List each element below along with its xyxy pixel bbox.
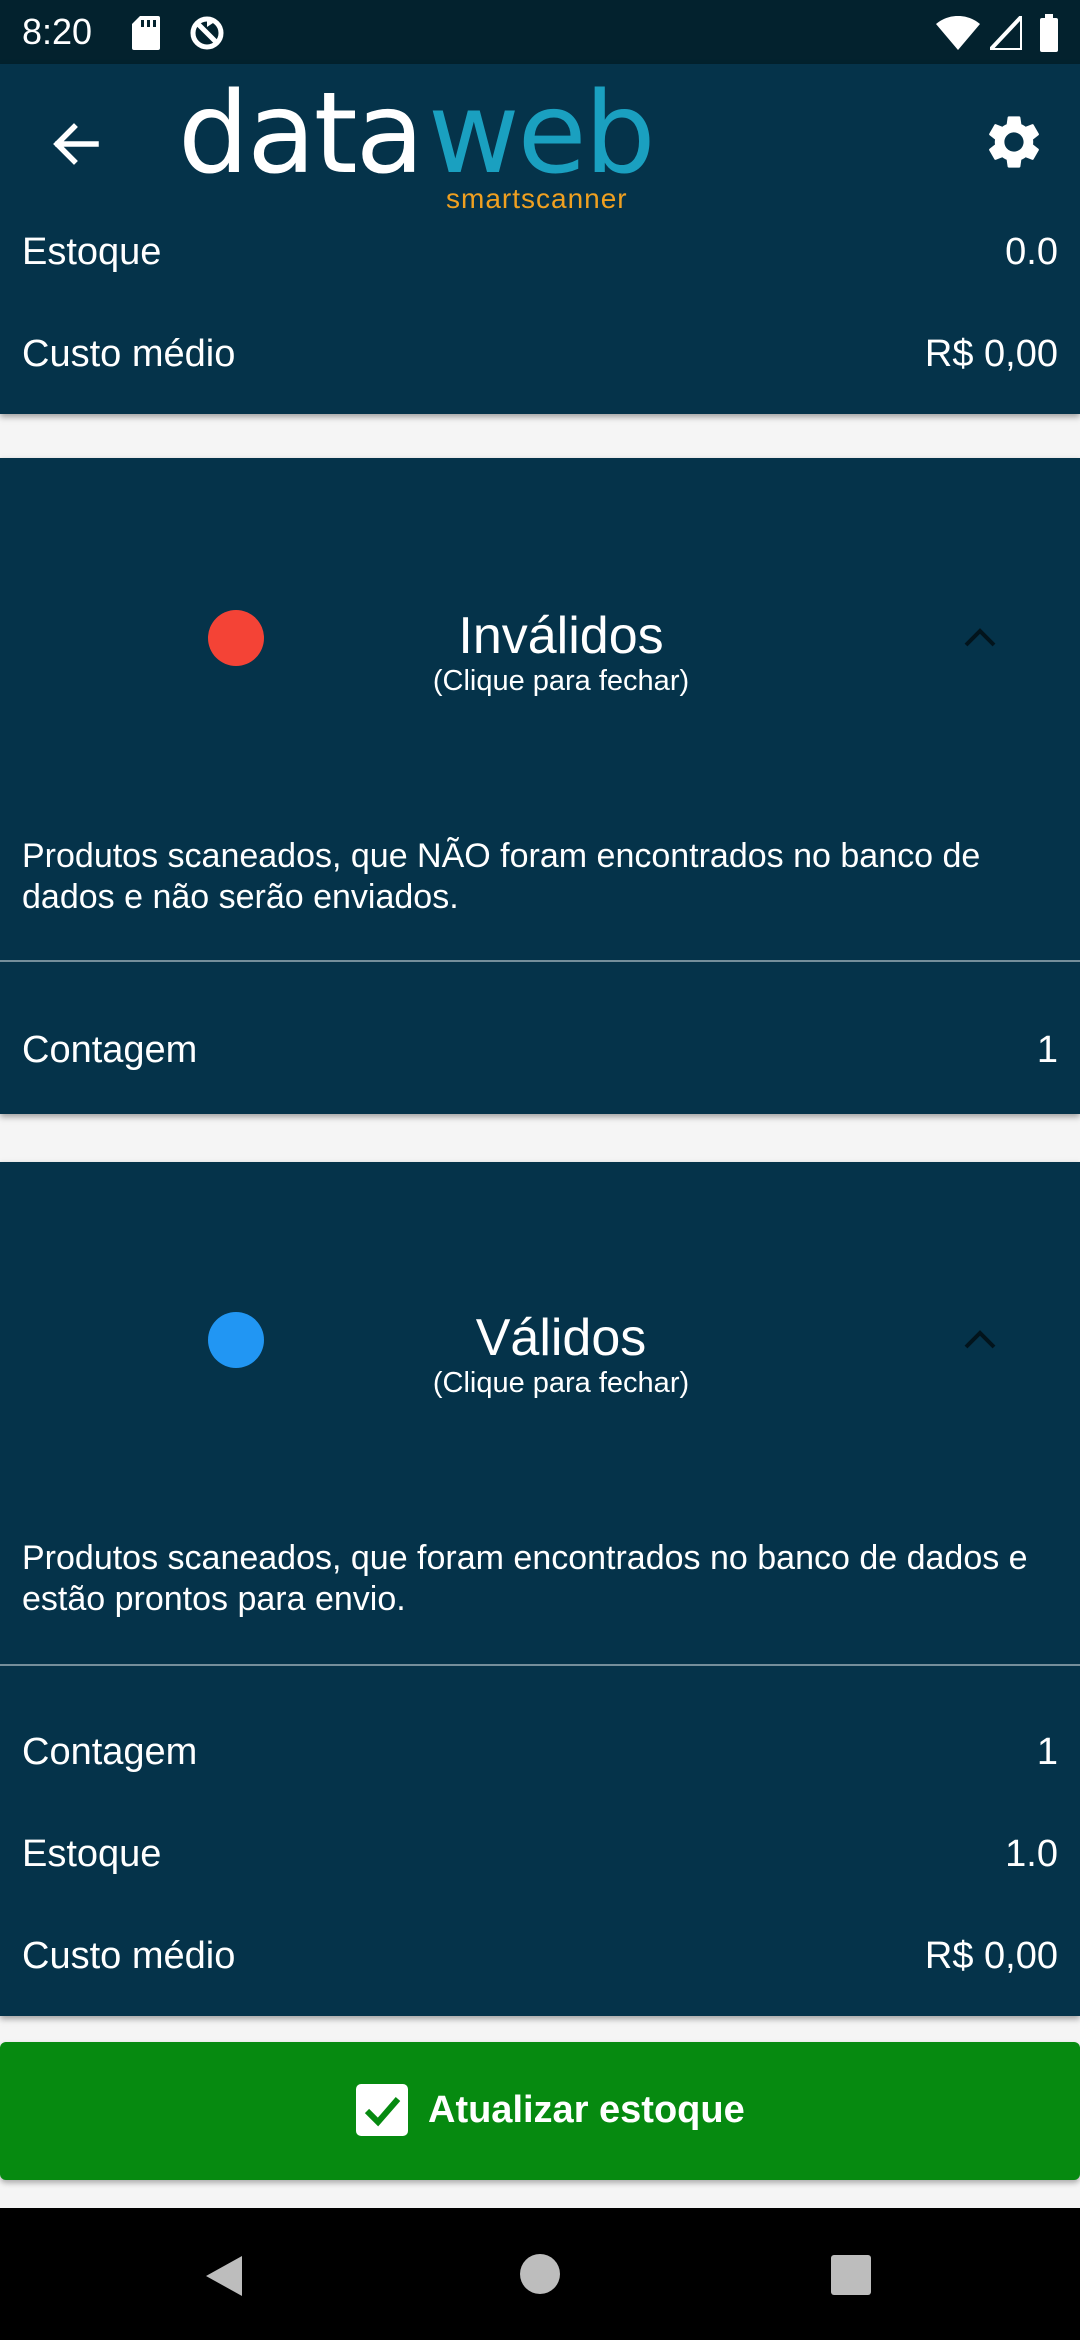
sd-card-icon: [132, 16, 160, 50]
row-value: R$ 0,00: [924, 1935, 1058, 1977]
row-label: Estoque: [22, 231, 162, 273]
card-description: Produtos scaneados, que foram encontrado…: [22, 1539, 1028, 1618]
row-value: 1: [1036, 1029, 1058, 1071]
gear-icon[interactable]: [982, 110, 1046, 174]
card-title: Válidos: [475, 1309, 647, 1367]
button-label: Atualizar estoque: [428, 2089, 745, 2131]
status-bar: 8:20: [0, 0, 1080, 64]
header-row-custo-medio: Custo médio R$ 0,00: [22, 324, 1058, 384]
row-value: 0.0: [1005, 231, 1058, 273]
arrow-left-icon[interactable]: [46, 114, 106, 174]
row-label: Custo médio: [22, 333, 236, 375]
card-subtitle: (Clique para fechar): [432, 665, 690, 697]
card-subtitle: (Clique para fechar): [432, 1367, 690, 1399]
nav-home-icon[interactable]: [518, 2252, 562, 2296]
logo-subtitle: smartscanner: [446, 183, 628, 214]
checkbox-checked-icon: [356, 2084, 408, 2136]
row-label: Custo médio: [22, 1935, 236, 1977]
logo-text-web: web: [428, 69, 656, 199]
card-validos: Válidos (Clique para fechar) Produtos sc…: [0, 1162, 1080, 2016]
row-label: Contagem: [22, 1731, 198, 1773]
row-value: 1.0: [1005, 1833, 1058, 1875]
system-nav-bar: [0, 2208, 1080, 2340]
battery-icon: [1040, 14, 1058, 52]
card-row-contagem: Contagem 1: [22, 1020, 1058, 1080]
card-invalidos-toggle[interactable]: Inválidos (Clique para fechar): [0, 458, 1080, 818]
logo-text-data: data: [178, 69, 424, 199]
card-row-estoque: Estoque 1.0: [22, 1824, 1058, 1884]
sync-icon: [190, 16, 224, 50]
status-time: 8:20: [22, 11, 93, 52]
row-label: Contagem: [22, 1029, 198, 1071]
card-description: Produtos scaneados, que NÃO foram encont…: [22, 837, 981, 916]
wifi-icon: [936, 16, 980, 50]
card-row-custo-medio: Custo médio R$ 0,00: [22, 1926, 1058, 1986]
app-header: data web smartscanner Estoque 0.0 Custo …: [0, 64, 1080, 414]
card-row-contagem: Contagem 1: [22, 1722, 1058, 1782]
card-title: Inválidos: [458, 607, 664, 665]
nav-back-icon[interactable]: [200, 2252, 248, 2300]
divider: [0, 1664, 1080, 1666]
row-label: Estoque: [22, 1833, 162, 1875]
row-value: 1: [1036, 1731, 1058, 1773]
nav-recent-icon[interactable]: [830, 2254, 872, 2296]
header-row-estoque: Estoque 0.0: [22, 222, 1058, 282]
card-validos-toggle[interactable]: Válidos (Clique para fechar): [0, 1162, 1080, 1522]
row-value: R$ 0,00: [924, 333, 1058, 375]
signal-icon: [990, 16, 1022, 50]
chevron-up-icon: [964, 628, 996, 647]
atualizar-estoque-button[interactable]: Atualizar estoque: [0, 2042, 1080, 2180]
card-invalidos: Inválidos (Clique para fechar) Produtos …: [0, 458, 1080, 1114]
chevron-up-icon: [964, 1330, 996, 1349]
divider: [0, 960, 1080, 962]
dataweb-logo: data web smartscanner: [178, 69, 658, 214]
